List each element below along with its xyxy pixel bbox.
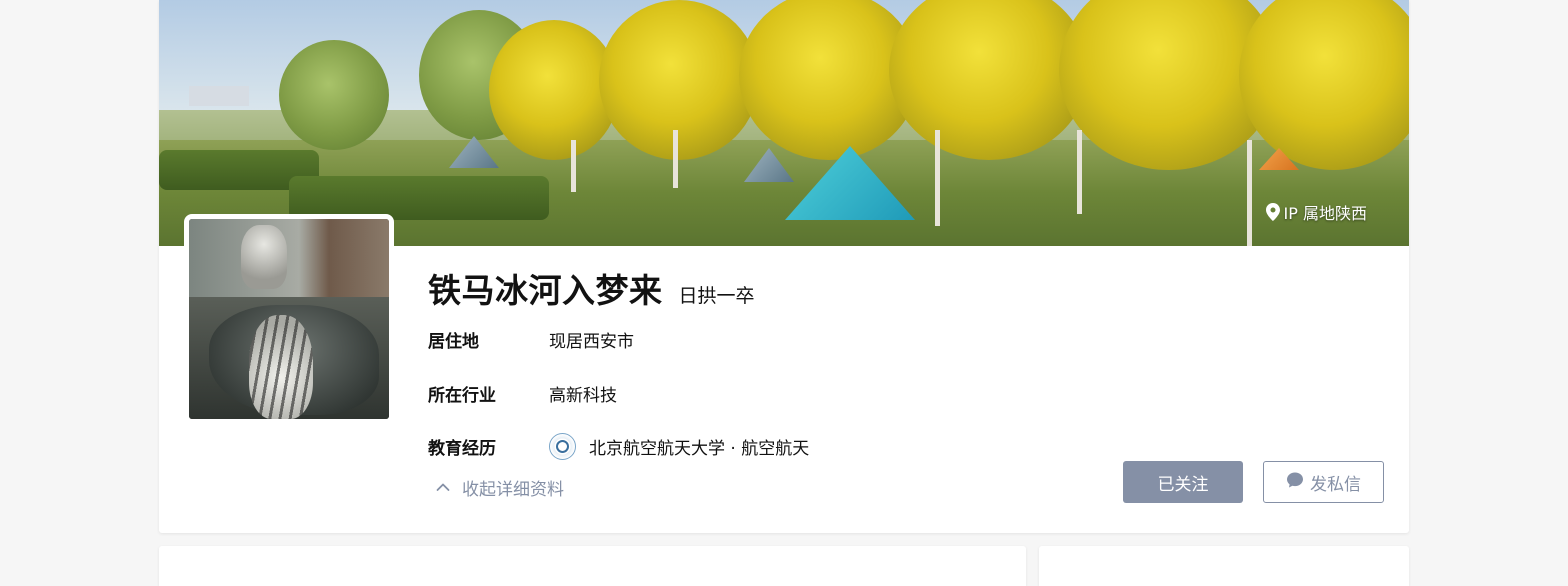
chevron-up-icon [436, 482, 450, 492]
cover-trunk [1247, 140, 1252, 246]
cover-tree [599, 0, 759, 160]
followed-button-label: 已关注 [1157, 474, 1209, 495]
user-avatar[interactable] [184, 214, 394, 424]
main-content-card [159, 546, 1026, 586]
residence-label: 居住地 [428, 331, 479, 352]
detail-row-industry: 所在行业 高新科技 [428, 380, 617, 406]
detail-row-education: 教育经历 北京航空航天大学 · 航空航天 [428, 432, 809, 460]
sidebar-card [1039, 546, 1409, 586]
education-value-wrap: 北京航空航天大学 · 航空航天 [549, 432, 809, 460]
user-name: 铁马冰河入梦来 [428, 271, 663, 310]
user-headline: 日拱一卒 [678, 285, 755, 307]
send-message-label: 发私信 [1310, 474, 1361, 495]
profile-name-row: 铁马冰河入梦来 日拱一卒 [428, 264, 755, 310]
industry-label: 所在行业 [428, 385, 496, 406]
education-value[interactable]: 北京航空航天大学 · 航空航天 [589, 434, 809, 459]
school-logo-icon [549, 432, 576, 460]
avatar-kitten [241, 225, 287, 289]
chat-bubble-icon [1286, 471, 1304, 494]
ip-location-text: IP 属地陕西 [1283, 204, 1367, 223]
followed-button[interactable]: 已关注 [1123, 461, 1243, 503]
collapse-details-button[interactable]: 收起详细资料 [436, 475, 564, 500]
education-label: 教育经历 [428, 438, 496, 459]
ip-location-badge: IP 属地陕西 [1265, 201, 1367, 223]
detail-row-residence: 居住地 现居西安市 [428, 326, 634, 352]
industry-value[interactable]: 高新科技 [549, 381, 617, 406]
avatar-tiger-reflection [249, 315, 313, 419]
profile-cover-image: IP 属地陕西 [159, 0, 1409, 246]
cover-building [189, 86, 249, 106]
cover-tree [279, 40, 389, 150]
residence-value: 现居西安市 [549, 331, 634, 352]
map-pin-icon [1265, 203, 1280, 221]
cover-trunk [571, 140, 576, 192]
cover-trunk [673, 130, 678, 188]
profile-header-card: IP 属地陕西 铁马冰河入梦来 日拱一卒 居住地 现居西安市 所在行业 高新科技… [159, 0, 1409, 533]
cover-trunk [1077, 130, 1082, 214]
collapse-details-label: 收起详细资料 [462, 479, 564, 500]
cover-trunk [935, 130, 940, 226]
send-message-button[interactable]: 发私信 [1263, 461, 1384, 503]
